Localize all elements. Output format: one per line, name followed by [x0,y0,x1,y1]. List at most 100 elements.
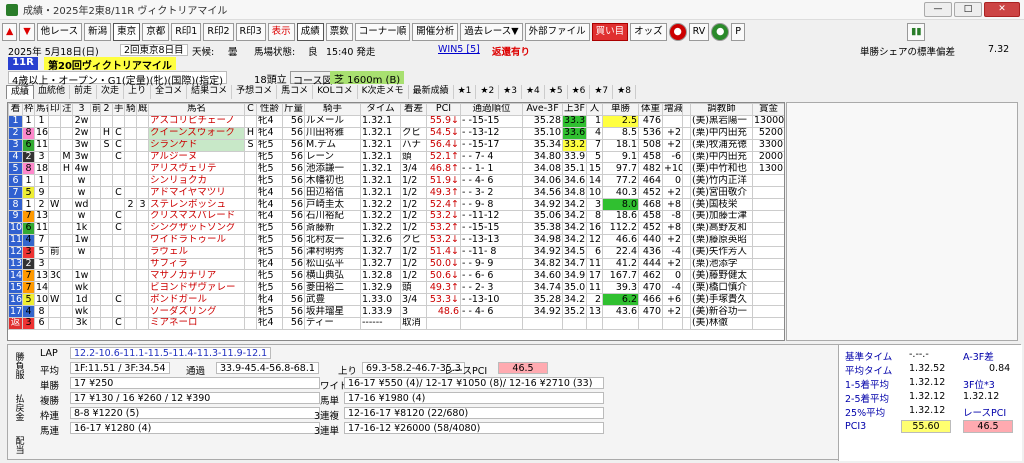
venue-niigata-button[interactable]: 新潟 [84,23,112,41]
bet-button[interactable]: 買い目 [591,23,629,41]
col-header[interactable]: 体重 [638,103,663,116]
table-row[interactable]: 11 4 7 1w ワイドラトゥール 牝5 56 北村友一 1.32.6 クビ 53.2↓ - -13… [8,233,784,247]
tab-3[interactable]: 次走 [97,85,125,99]
bar-chart-icon[interactable]: ▮▮ [906,23,926,41]
col-header[interactable]: 3 [72,103,91,116]
odds-button[interactable]: オッズ [630,23,667,41]
col-header[interactable]: 調教師 [690,103,753,116]
table-row[interactable]: 6 1 1 w シンリョクカ 牝5 56 木幡初也 1.32.1 1/2 51.9↓ - - 4- 6… [8,174,784,188]
table-row[interactable]: 3 6 11 3w S C シランケド S 牝5 56 M.デム 1.32.1 ハナ 56.4↓ - -15… [8,138,784,152]
table-row[interactable]: 15 7 14 wk ビヨンドザヴァレー 牝5 56 菱田裕二 1.32.9 頭 49.3↑ - - … [8,281,784,295]
tab-9[interactable]: KOLコメ [313,85,358,99]
tab-19[interactable]: ★8 [613,85,636,99]
external-file-button[interactable]: 外部ファイル [524,23,590,41]
other-race-button[interactable]: 他レース [36,23,83,41]
col-header[interactable]: 注 [60,103,73,116]
col-header[interactable]: Ave-3F [522,103,563,116]
tab-5[interactable]: 全コメ [151,85,188,99]
col-header[interactable]: 馬番 [34,103,49,116]
table-row[interactable]: 返 3 6 3k C ミアネーロ 牝4 56 ディー ------ 取消 (美)林徹 [8,317,784,330]
course-map-button[interactable]: コース図 [290,71,336,87]
tab-2[interactable]: 前走 [70,85,98,99]
col-header[interactable]: 手 [112,103,125,116]
tab-14[interactable]: ★3 [499,85,522,99]
col-header[interactable]: C [244,103,257,116]
venue-kyoto-button[interactable]: 京都 [142,23,170,41]
col-header[interactable]: 馬記号 [785,104,786,116]
col-header[interactable]: 2 [100,103,113,116]
col-header[interactable]: 着 [8,103,23,116]
tab-16[interactable]: ★5 [545,85,568,99]
table-row[interactable]: 8 1 2 Wwd 2 3 ステレンボッシュ 牝4 56 戸崎圭太 1.32.2 1/2 52.4↑ - … [8,198,784,212]
win5-link[interactable]: WIN5 [5] [438,44,480,55]
col-header[interactable]: 斤量 [282,103,305,116]
tab-8[interactable]: 馬コメ [277,85,314,99]
table-row[interactable]: 5 8 18 H 4w アリスヴェリテ 牝5 56 池添謙一 1.32.1 3/4 46.8↑ - - … [8,162,784,176]
tab-7[interactable]: 予想コメ [232,85,278,99]
table-row[interactable]: 17 4 8 wk ソーダズリング 牝5 56 坂井瑠星 1.33.9 3 48.6- - 4- 6… [8,305,784,319]
tab-6[interactable]: 結果コメ [187,85,233,99]
tab-15[interactable]: ★4 [522,85,545,99]
col-header[interactable]: タイム [360,103,401,116]
table-row[interactable]: 4 2 3 M 3w C アルジーヌ 牝5 56 レーン 1.32.1 頭 52.1↑ - - 7- 43… [8,150,784,164]
col-header[interactable]: 通過順位 [460,103,523,116]
votes-button[interactable]: 票数 [325,23,353,41]
col-header[interactable] [682,103,691,116]
table-row[interactable]: 2 8 16 2w H C クイーンズウォーク H 牝4 56 川田将雅 1.32.1 クビ 54.5↓ -… [8,126,784,140]
col-header[interactable]: 枠 [22,103,35,116]
cell-20: 34.98 [522,233,563,247]
next-arrow-icon[interactable]: ▼ [19,23,35,41]
table-row[interactable]: 12 3 5 前 w ラヴェル 牝5 56 津村明秀 1.32.7 1/2 51.4↓ - -11- 8… [8,245,784,259]
table-row[interactable]: 16 5 10 W 1d C ボンドガール 牝4 56 武豊 1.33.0 3/4 53.3↓ - -13… [8,293,784,307]
rv-button[interactable]: RV [688,23,710,41]
rv-icon[interactable]: ● [668,23,687,41]
col-header[interactable]: 印 [48,103,61,116]
table-row[interactable]: 7 5 9 w C アドマイヤマツリ 牝4 56 田辺裕信 1.32.1 1/2 49.3↑ - - 3… [8,186,784,200]
tab-12[interactable]: ★1 [454,85,477,99]
p-icon[interactable]: ● [711,23,730,41]
tab-17[interactable]: ★6 [568,85,591,99]
rmark3-button[interactable]: R印3 [235,23,266,41]
table-row[interactable]: 147133C 1w マサノカナリア牝556横山典弘1.32.81/250.6↓- … [8,269,784,283]
maximize-button[interactable]: □ [954,2,982,17]
col-header[interactable]: 増減 [662,103,683,116]
tab-0[interactable]: 成績 [6,85,35,99]
p-button[interactable]: P [731,23,745,41]
tab-4[interactable]: 上り [124,85,152,99]
tab-11[interactable]: 最新成績 [409,85,454,99]
col-header[interactable]: PCI [426,103,461,116]
rmark2-button[interactable]: R印2 [203,23,234,41]
tab-1[interactable]: 血統他 [34,85,71,99]
col-header[interactable]: 賞金 [752,103,784,116]
cell-2: 13 [34,269,49,283]
col-header[interactable]: 性齢 [256,103,283,116]
cell-22 [586,317,603,330]
col-header[interactable]: 騎 [124,103,137,116]
meeting-analysis-button[interactable]: 開催分析 [412,23,459,41]
col-header[interactable]: 人 [586,103,603,116]
col-header[interactable]: 厩 [136,103,149,116]
close-button[interactable]: ✕ [984,2,1020,17]
tab-10[interactable]: K次走メモ [358,85,409,99]
corner-order-button[interactable]: コーナー順 [354,23,411,41]
venue-tokyo-button[interactable]: 東京 [113,23,141,41]
col-header[interactable]: 単勝 [602,103,639,116]
tab-18[interactable]: ★7 [590,85,614,99]
col-header[interactable]: 前 [90,103,101,116]
col-header[interactable]: 騎手 [304,103,361,116]
col-header[interactable]: 馬名 [148,103,245,116]
col-header[interactable]: 着差 [400,103,427,116]
prev-arrow-icon[interactable]: ▲ [2,23,18,41]
table-row[interactable]: 9 7 13 w C クリスマスパレード 牝4 56 石川裕紀 1.32.2 1/2 53.2↓ - -… [8,210,784,223]
rmark1-button[interactable]: R印1 [171,23,202,41]
col-header[interactable]: 上3F [562,103,587,116]
table-row[interactable]: 10 6 11 1k C シングザットソング 牝5 56 斎藤新 1.32.2 1/2 53.2↑ - … [8,221,784,235]
table-row[interactable]: 13 2 3 サフィラ 牝4 56 松山弘平 1.32.7 1/2 50.0↓ - - 9- 9 34… [8,257,784,271]
table-row[interactable]: 1 1 1 2w アスコリピチェーノ 牝4 56 ルメール 1.32.1 55.9↓ - -15-1… [8,114,784,128]
cell-9 [124,210,137,223]
display-button[interactable]: 表示 [267,23,295,41]
tab-13[interactable]: ★2 [476,85,500,99]
minimize-button[interactable]: — [924,2,952,17]
past-race-button[interactable]: 過去レース▼ [460,23,523,41]
results-button[interactable]: 成績 [296,23,324,41]
